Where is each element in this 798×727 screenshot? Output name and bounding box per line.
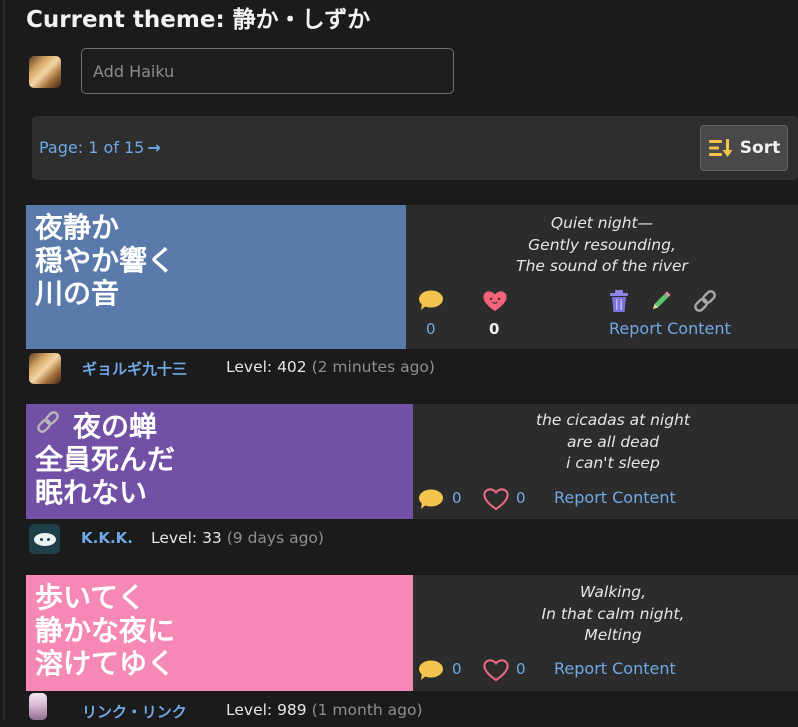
timestamp: (9 days ago) <box>226 529 324 547</box>
comment-count: 0 <box>426 320 436 338</box>
add-haiku-input[interactable] <box>81 48 454 94</box>
heart-outline-icon[interactable] <box>482 658 510 682</box>
author-name-link[interactable]: K.K.K. <box>81 529 133 547</box>
comment-icon[interactable] <box>418 289 444 311</box>
heart-outline-icon[interactable] <box>482 487 510 511</box>
sort-label: Sort <box>739 138 781 158</box>
comment-icon[interactable] <box>418 659 444 681</box>
level-value: Level: 989 <box>226 701 307 719</box>
like-count: 0 <box>516 660 526 678</box>
haiku-japanese-text: 夜静か 穏やか響く 川の音 <box>35 211 176 310</box>
level-value: Level: 402 <box>226 358 307 376</box>
haiku-english-text: Quiet night— Gently resounding, The soun… <box>516 214 688 275</box>
current-user-avatar[interactable] <box>29 56 61 88</box>
haiku-japanese-panel: 夜の蝉 全員死んだ 眠れない <box>26 404 413 519</box>
haiku-meta: リンク・リンク Level: 989 (1 month ago) <box>0 693 798 727</box>
haiku-meta: ギョルギ九十三 Level: 402 (2 minutes ago) <box>0 351 798 385</box>
page-title: Current theme: 静か・しずか <box>26 7 371 33</box>
report-content-link[interactable]: Report Content <box>609 319 731 338</box>
page-indicator: Page: 1 of 15 <box>39 138 145 157</box>
arrow-right-icon: → <box>147 138 161 157</box>
timestamp: (2 minutes ago) <box>311 358 435 376</box>
report-content-link[interactable]: Report Content <box>554 659 676 678</box>
haiku-card: 夜静か 穏やか響く 川の音 Quiet night— Gently resoun… <box>26 205 798 349</box>
haiku-card: 夜の蝉 全員死んだ 眠れない the cicadas at night are … <box>26 404 798 519</box>
author-level: Level: 33 (9 days ago) <box>151 529 324 547</box>
like-count: 0 <box>489 320 500 338</box>
haiku-english-text: the cicadas at night are all dead i can'… <box>536 411 690 472</box>
link-icon[interactable] <box>692 289 718 313</box>
pagination-bar: Page: 1 of 15 → Sort <box>32 116 798 180</box>
haiku-meta: K.K.K. Level: 33 (9 days ago) <box>0 522 798 556</box>
edit-pencil-icon[interactable] <box>650 290 672 312</box>
author-level: Level: 989 (1 month ago) <box>226 701 423 719</box>
author-name-link[interactable]: リンク・リンク <box>82 701 187 722</box>
comment-count: 0 <box>452 660 462 678</box>
haiku-card: 歩いてく 静かな夜に 溶けてゆく Walking, In that calm n… <box>26 575 798 691</box>
haiku-japanese-panel: 夜静か 穏やか響く 川の音 <box>26 205 406 349</box>
like-count: 0 <box>516 489 526 507</box>
comment-icon[interactable] <box>418 488 444 510</box>
timestamp: (1 month ago) <box>311 701 423 719</box>
author-avatar[interactable] <box>29 353 61 384</box>
author-avatar[interactable] <box>29 524 60 554</box>
trash-icon[interactable] <box>608 289 630 313</box>
haiku-japanese-text: 歩いてく 静かな夜に 溶けてゆく <box>35 581 176 680</box>
haiku-japanese-panel: 歩いてく 静かな夜に 溶けてゆく <box>26 575 413 691</box>
next-page-link[interactable]: Page: 1 of 15 → <box>39 138 161 157</box>
report-content-link[interactable]: Report Content <box>554 488 676 507</box>
comment-count: 0 <box>452 489 462 507</box>
author-avatar[interactable] <box>29 693 47 720</box>
author-name-link[interactable]: ギョルギ九十三 <box>82 358 187 379</box>
heart-icon[interactable] <box>481 289 509 313</box>
haiku-english-text: Walking, In that calm night, Melting <box>541 583 685 644</box>
haiku-japanese-text: 夜の蝉 全員死んだ 眠れない <box>35 410 176 509</box>
author-level: Level: 402 (2 minutes ago) <box>226 358 435 376</box>
sort-button[interactable]: Sort <box>700 125 788 171</box>
level-value: Level: 33 <box>151 529 222 547</box>
sort-descending-icon <box>708 139 733 157</box>
